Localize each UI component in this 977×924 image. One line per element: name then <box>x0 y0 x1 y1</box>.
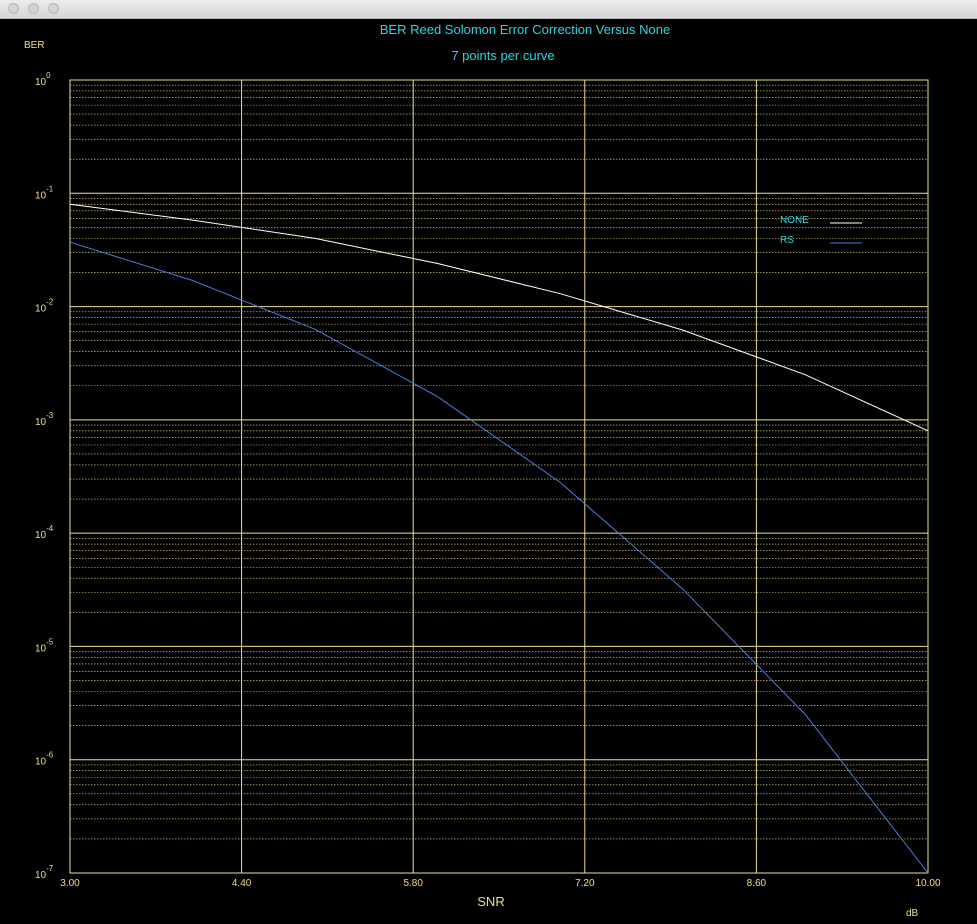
chart-title: BER Reed Solomon Error Correction Versus… <box>380 22 670 37</box>
y-tick-label: 100 <box>35 71 51 88</box>
y-tick-label: 10-7 <box>35 864 54 881</box>
y-axis-label: BER <box>24 40 45 51</box>
x-tick-label: 8.60 <box>747 878 767 889</box>
x-axis-label: SNR <box>477 894 504 909</box>
chart-subtitle: 7 points per curve <box>451 48 554 63</box>
ber-chart: 3.00 4.40 5.80 7.20 8.60 10.00 100 10-1 10-2 10-3… <box>24 22 941 919</box>
plot-window: 3.00 4.40 5.80 7.20 8.60 10.00 100 10-1 10-2 10-3… <box>0 0 977 924</box>
grid-lines <box>69 79 929 874</box>
series-lines <box>69 203 929 874</box>
plot-frame <box>69 79 929 874</box>
y-tick-label: 10-1 <box>35 184 54 201</box>
series-line-rs <box>69 241 929 874</box>
legend-label-none: NONE <box>780 215 809 226</box>
x-tick-label: 5.80 <box>403 878 423 889</box>
close-window-button[interactable] <box>8 3 19 14</box>
y-tick-label: 10-2 <box>35 298 54 315</box>
y-tick-label: 10-6 <box>35 751 54 768</box>
x-tick-label: 7.20 <box>575 878 595 889</box>
x-axis-unit: dB <box>906 908 919 919</box>
x-tick-label: 3.00 <box>60 878 80 889</box>
y-tick-label: 10-5 <box>35 637 54 654</box>
y-tick-label: 10-3 <box>35 411 54 428</box>
y-tick-label: 10-4 <box>35 524 54 541</box>
legend: NONE RS <box>780 215 862 246</box>
x-tick-label: 4.40 <box>232 878 252 889</box>
zoom-window-button[interactable] <box>48 3 59 14</box>
window-titlebar <box>0 0 977 19</box>
legend-label-rs: RS <box>780 235 794 246</box>
minimize-window-button[interactable] <box>28 3 39 14</box>
x-tick-label: 10.00 <box>915 878 940 889</box>
